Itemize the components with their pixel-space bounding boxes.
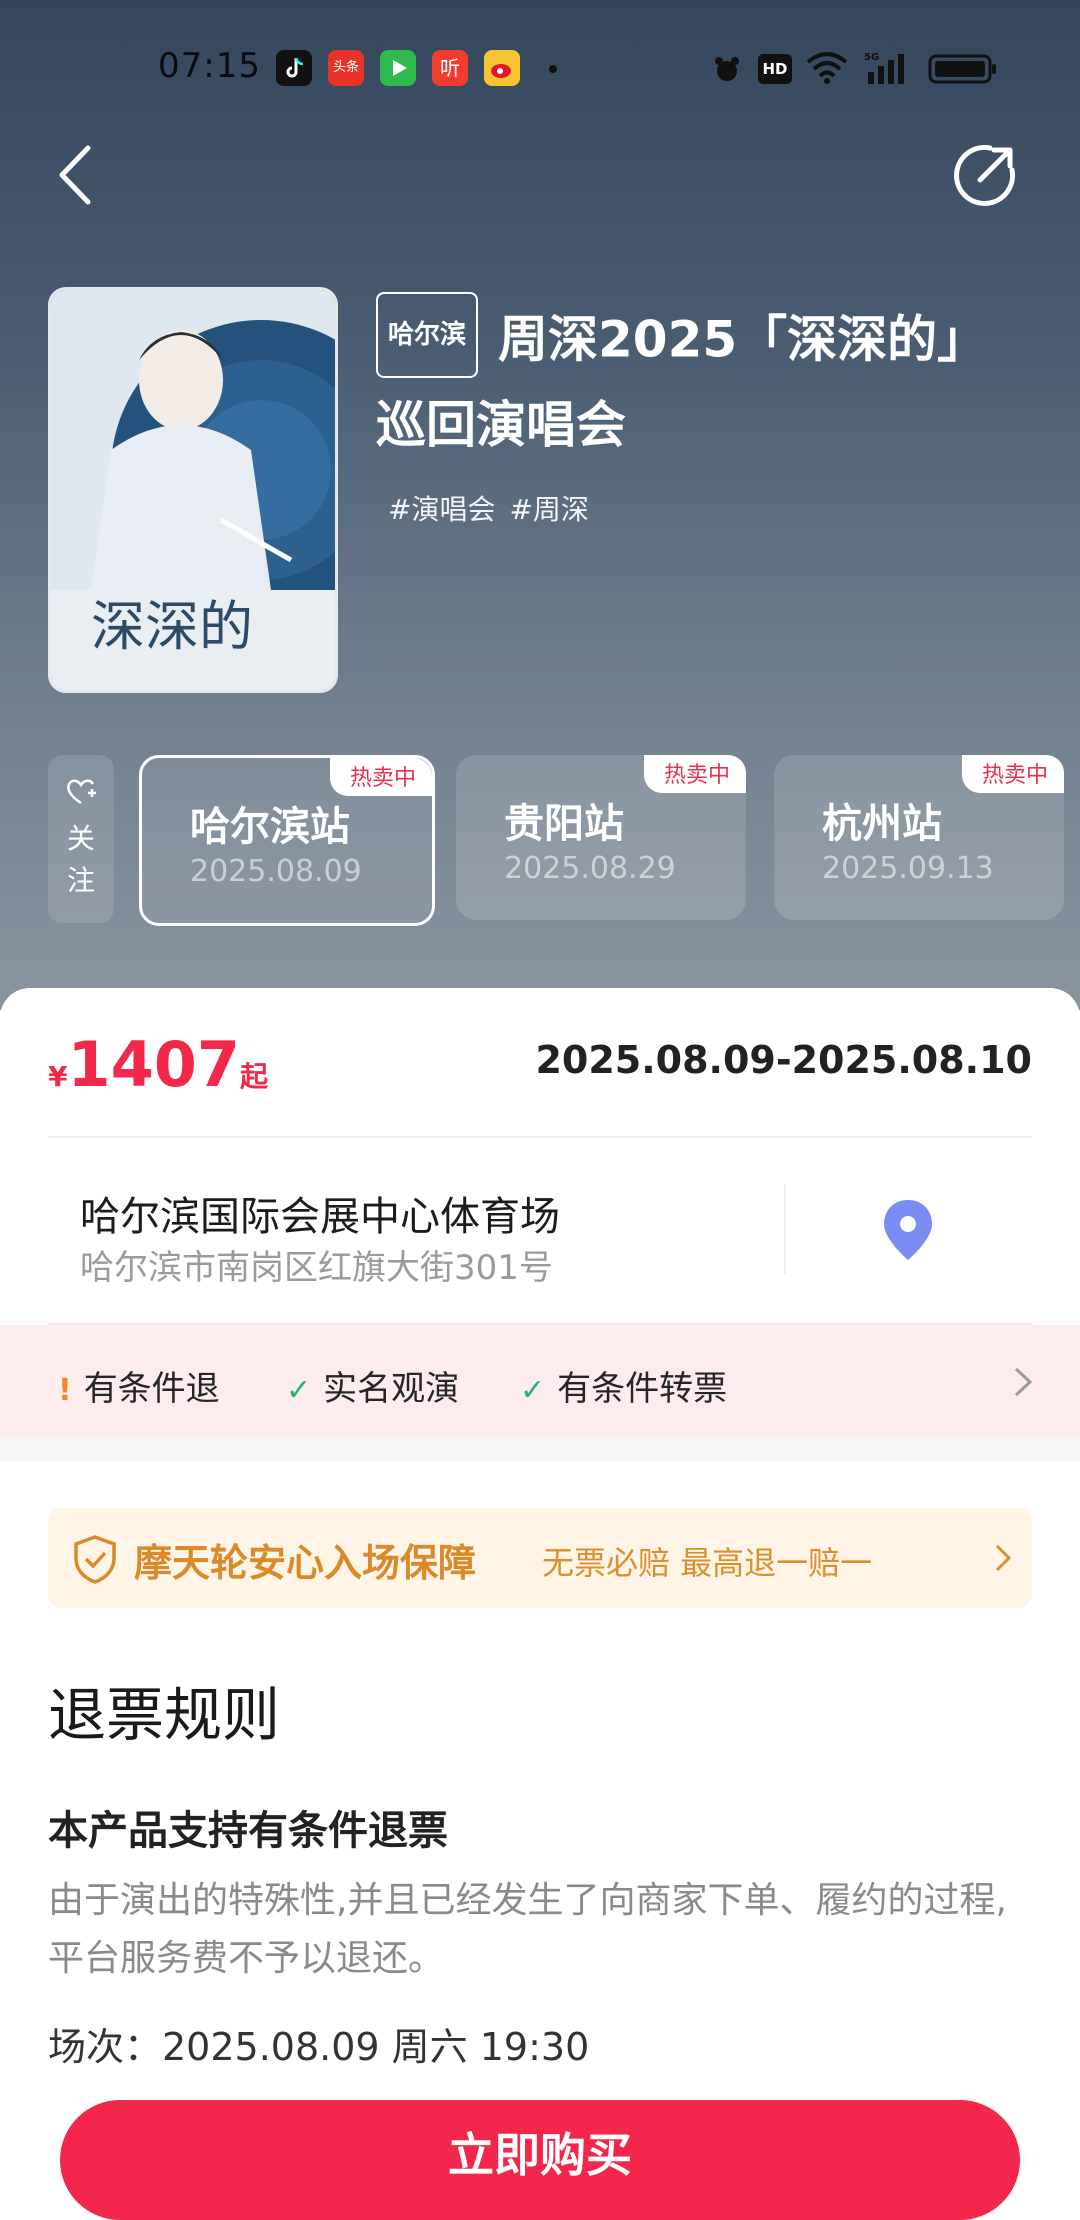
hot-badge: 热卖中 bbox=[329, 758, 432, 796]
divider bbox=[784, 1184, 786, 1274]
wifi-icon bbox=[806, 52, 848, 88]
policy-refund: ! 有条件退 bbox=[58, 1369, 220, 1409]
weibo-icon bbox=[484, 50, 520, 86]
station-hangzhou[interactable]: 热卖中 杭州站 2025.09.13 bbox=[774, 755, 1064, 920]
ting-icon: 听 bbox=[432, 50, 468, 86]
station-guiyang[interactable]: 热卖中 贵阳站 2025.08.29 bbox=[456, 755, 746, 920]
chevron-right-icon bbox=[995, 1544, 1012, 1572]
guarantee-subtitle: 无票必赔 最高退一赔一 bbox=[542, 1544, 873, 1582]
hot-badge: 热卖中 bbox=[643, 755, 746, 793]
heart-plus-icon bbox=[48, 777, 114, 814]
venue-address: 哈尔滨市南岗区红旗大街301号 bbox=[80, 1248, 553, 1288]
follow-button[interactable]: 关注 bbox=[48, 755, 114, 923]
status-time: 07:15 bbox=[158, 46, 261, 86]
station-date: 2025.08.09 bbox=[190, 854, 362, 889]
policy-bar[interactable]: ! 有条件退 ✓ 实名观演 ✓ 有条件转票 bbox=[0, 1325, 1080, 1437]
event-poster[interactable]: 深深的 bbox=[48, 287, 338, 693]
station-name: 哈尔滨站 bbox=[190, 804, 350, 850]
city-badge: 哈尔滨 bbox=[376, 292, 479, 378]
event-tags: #演唱会 #周深 bbox=[388, 488, 1016, 528]
share-button[interactable] bbox=[950, 140, 1020, 210]
event-title: 哈尔滨 周深2025「深深的」巡回演唱会 bbox=[376, 292, 1016, 464]
signal-5g-icon: 5G bbox=[864, 50, 912, 90]
dot-icon bbox=[549, 65, 557, 73]
policy-transfer: ✓ 有条件转票 bbox=[520, 1369, 728, 1409]
refund-rules-title: 退票规则 bbox=[48, 1681, 281, 1749]
share-icon bbox=[954, 144, 1016, 206]
section-gap bbox=[0, 1437, 1080, 1461]
refund-rules-subtitle: 本产品支持有条件退票 bbox=[48, 1808, 448, 1854]
buy-now-button[interactable]: 立即购买 bbox=[60, 2100, 1020, 2220]
detail-card: ¥1407起 2025.08.09-2025.08.10 哈尔滨国际会展中心体育… bbox=[0, 988, 1080, 2168]
station-name: 贵阳站 bbox=[504, 801, 624, 847]
policy-realname: ✓ 实名观演 bbox=[286, 1369, 460, 1409]
alarm-icon bbox=[712, 54, 742, 88]
iqiyi-icon bbox=[380, 50, 416, 86]
hd-icon: HD bbox=[758, 54, 792, 84]
poster-image: 深深的 bbox=[51, 290, 335, 690]
toutiao-icon: 头条 bbox=[328, 50, 364, 86]
refund-rules-body: 由于演出的特殊性,并且已经发生了向商家下单、履约的过程,平台服务费不予以退还。 bbox=[48, 1880, 1007, 1979]
station-date: 2025.09.13 bbox=[822, 851, 994, 886]
guarantee-title: 摩天轮安心入场保障 bbox=[134, 1541, 477, 1585]
station-harbin[interactable]: 热卖中 哈尔滨站 2025.08.09 bbox=[139, 755, 435, 926]
event-date-range: 2025.08.09-2025.08.10 bbox=[535, 1038, 1032, 1082]
price: ¥1407起 bbox=[48, 1028, 269, 1101]
divider bbox=[48, 1136, 1032, 1138]
svg-text:5G: 5G bbox=[864, 52, 879, 63]
chevron-right-icon bbox=[1014, 1367, 1033, 1397]
back-button[interactable] bbox=[54, 140, 114, 210]
svg-text:深深的: 深深的 bbox=[91, 595, 253, 658]
chevron-left-icon bbox=[59, 145, 91, 205]
battery-icon bbox=[928, 54, 998, 88]
venue-name: 哈尔滨国际会展中心体育场 bbox=[80, 1194, 560, 1240]
tag[interactable]: #周深 bbox=[509, 493, 588, 526]
event-title-area: 哈尔滨 周深2025「深深的」巡回演唱会 #演唱会 #周深 bbox=[376, 292, 1016, 528]
station-date: 2025.08.29 bbox=[504, 851, 676, 886]
follow-label: 关注 bbox=[66, 822, 95, 897]
station-name: 杭州站 bbox=[822, 801, 942, 847]
guarantee-banner[interactable]: 摩天轮安心入场保障 无票必赔 最高退一赔一 bbox=[48, 1508, 1032, 1608]
tag[interactable]: #演唱会 bbox=[388, 493, 495, 526]
status-bar: 07:15 头条 听 HD 5G bbox=[0, 40, 1080, 100]
shield-check-icon bbox=[74, 1535, 116, 1584]
hot-badge: 热卖中 bbox=[961, 755, 1064, 793]
tiktok-icon bbox=[276, 50, 312, 86]
session-info: 场次：2025.08.09 周六 19:30 bbox=[48, 2025, 590, 2069]
map-pin-icon[interactable] bbox=[880, 1198, 936, 1262]
